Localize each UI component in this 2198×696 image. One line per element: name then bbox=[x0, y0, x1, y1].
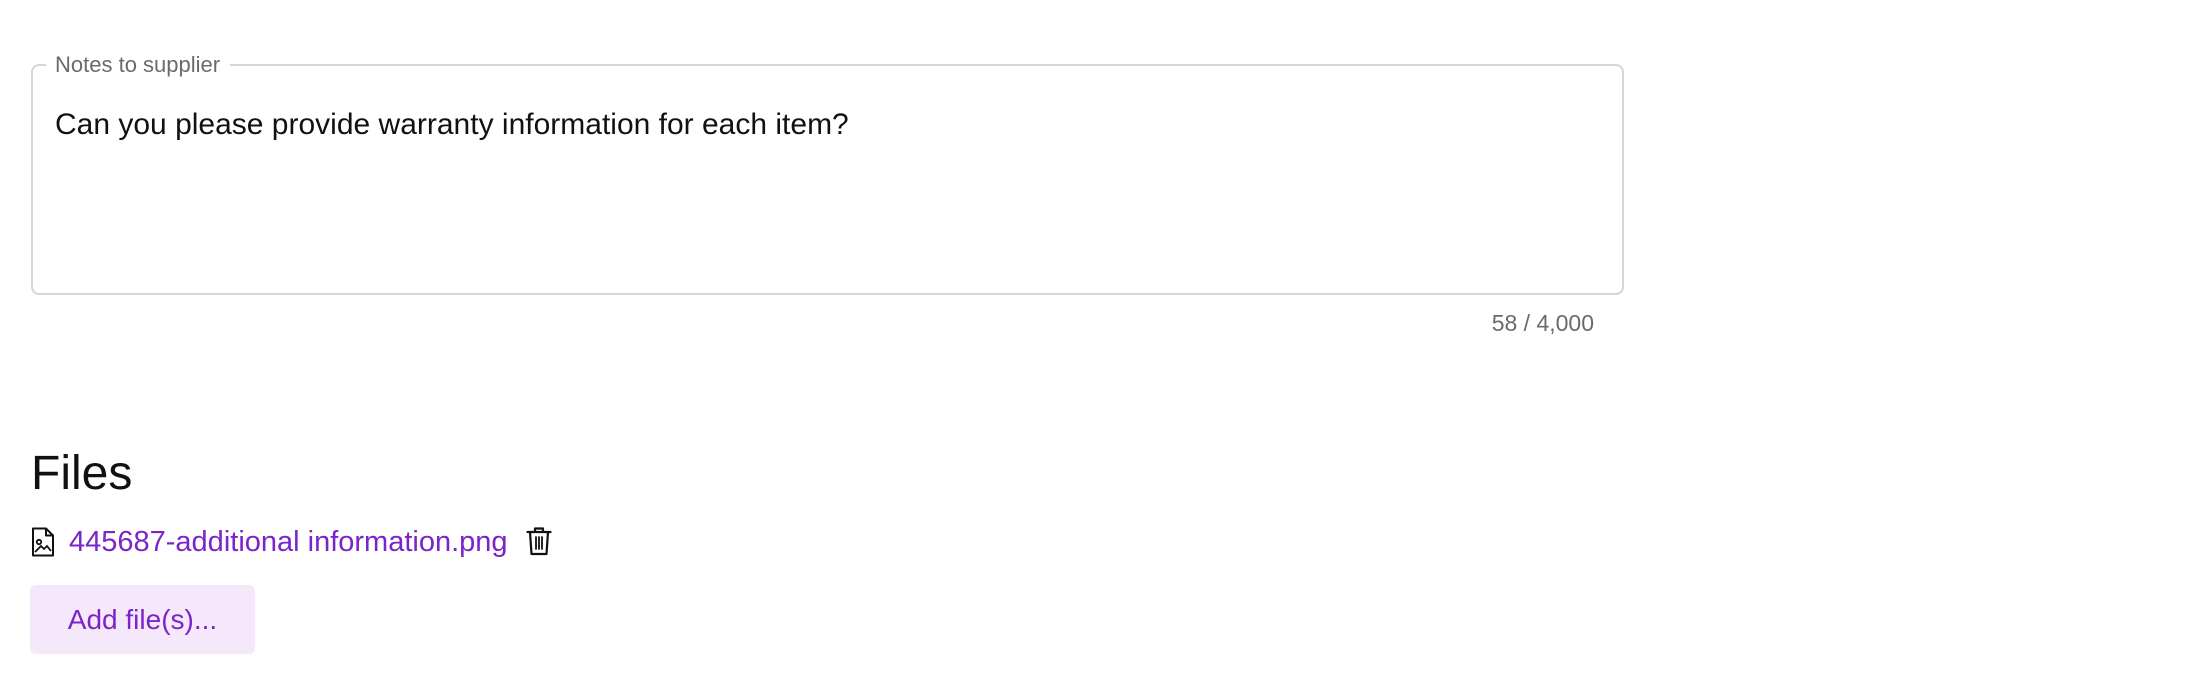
file-link[interactable]: 445687-additional information.png bbox=[69, 524, 508, 560]
delete-file-button[interactable] bbox=[524, 526, 554, 558]
trash-icon bbox=[525, 526, 552, 559]
file-list-item: 445687-additional information.png bbox=[31, 524, 554, 560]
character-counter: 58 / 4,000 bbox=[1491, 310, 1594, 336]
notes-to-supplier-field: Notes to supplier Can you please provide… bbox=[31, 52, 1624, 297]
notes-label: Notes to supplier bbox=[55, 52, 221, 77]
notes-textarea[interactable]: Can you please provide warranty informat… bbox=[55, 107, 1595, 297]
files-heading: Files bbox=[31, 447, 133, 500]
page: Notes to supplier Can you please provide… bbox=[0, 0, 2198, 696]
add-files-button[interactable]: Add file(s)... bbox=[30, 585, 255, 654]
image-file-icon bbox=[31, 527, 55, 557]
